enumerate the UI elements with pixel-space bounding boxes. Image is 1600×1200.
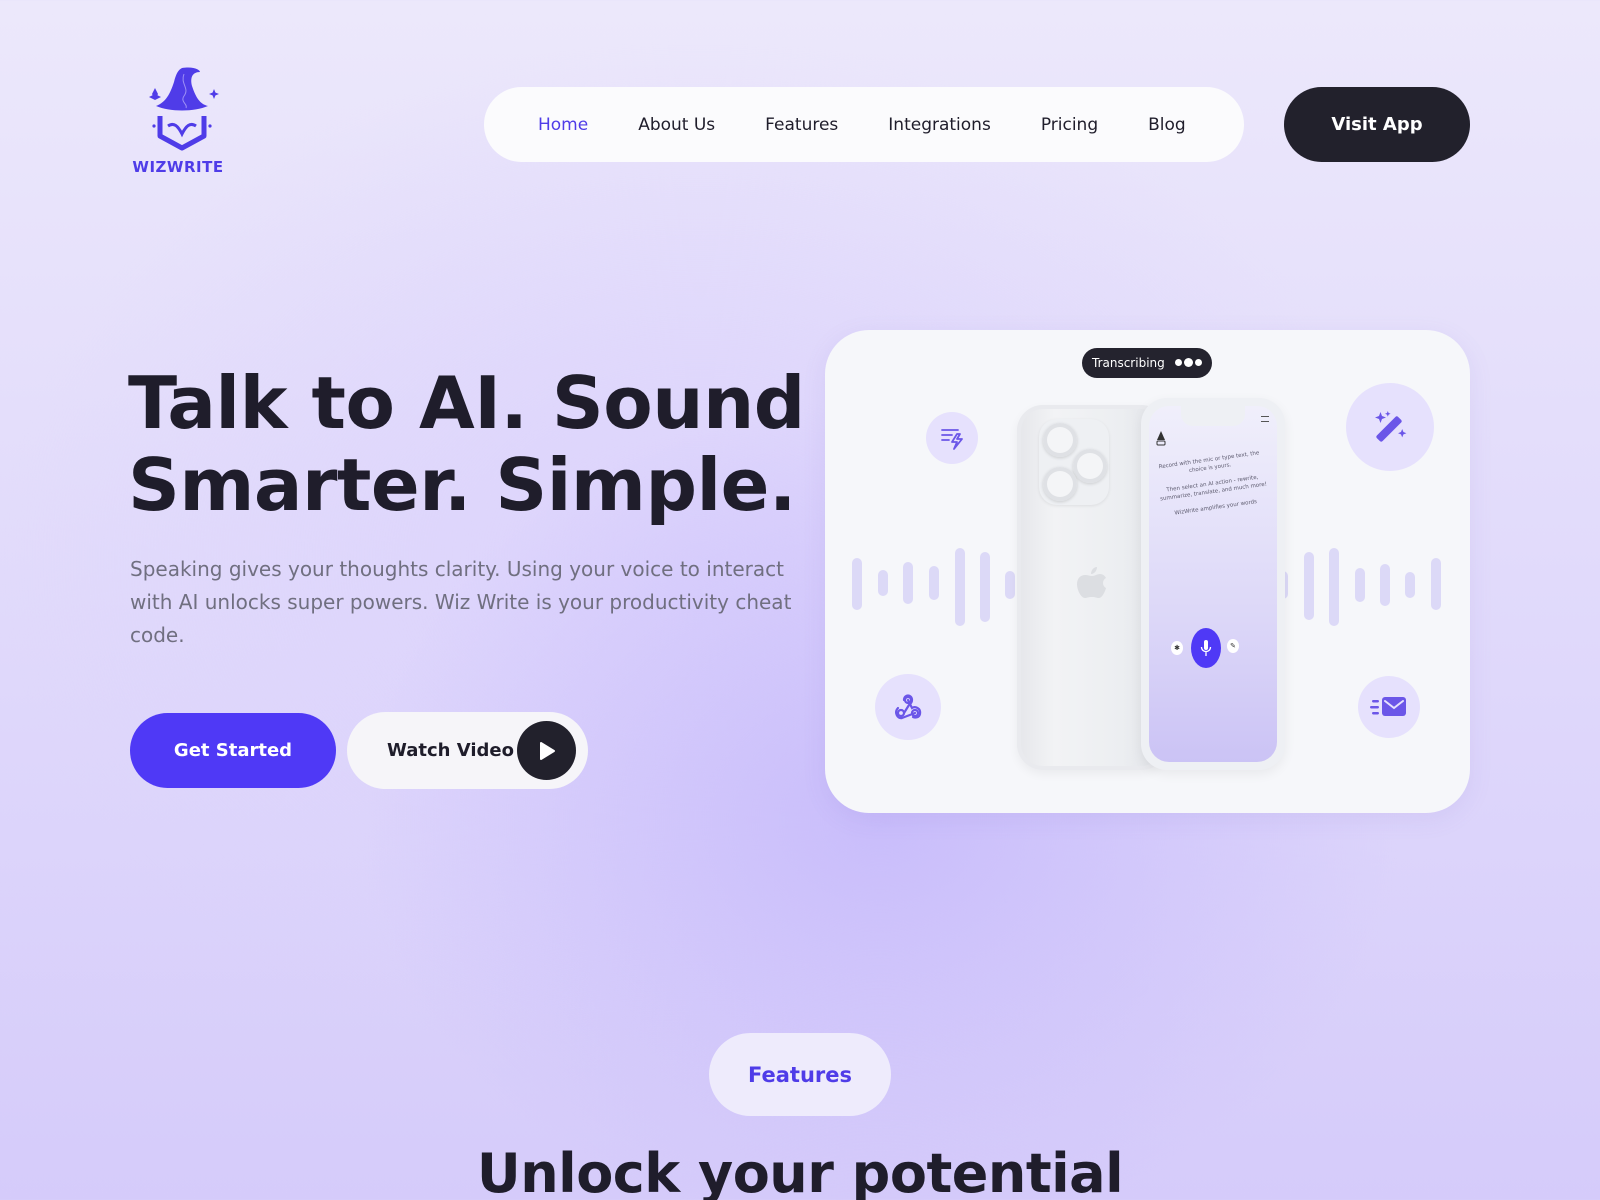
microphone-icon [1191, 628, 1221, 668]
wave-bar [1355, 568, 1365, 602]
phone-screen: Record with the mic or type text, the ch… [1149, 406, 1277, 762]
status-label: Transcribing [1092, 356, 1165, 370]
wave-bar [1405, 572, 1415, 598]
wave-bar [1431, 558, 1441, 610]
app-showcase-card: Transcribing Record with the mic or type… [825, 330, 1470, 813]
get-started-button[interactable]: Get Started [130, 713, 336, 788]
phone-front-image: Record with the mic or type text, the ch… [1141, 398, 1285, 770]
main-nav: Home About Us Features Integrations Pric… [484, 87, 1244, 162]
camera-module [1039, 419, 1109, 505]
wave-bar [1304, 552, 1314, 620]
visit-app-button[interactable]: Visit App [1284, 87, 1470, 162]
apple-logo-icon [1077, 567, 1106, 598]
wizard-small-icon [1156, 431, 1166, 446]
nav-integrations[interactable]: Integrations [888, 115, 991, 135]
wave-bar [903, 562, 913, 604]
brand-name: WIZWRITE [132, 158, 224, 176]
magic-wand-icon [1346, 383, 1434, 471]
nav-about-us[interactable]: About Us [638, 115, 715, 135]
nav-pricing[interactable]: Pricing [1041, 115, 1098, 135]
wave-bar [929, 566, 939, 600]
hero-title-line-2: Smarter. Simple. [128, 443, 796, 527]
wave-bar [980, 552, 990, 622]
wave-bar [878, 570, 888, 596]
wave-bar [852, 558, 862, 610]
settings-mini-icon: ✱ [1171, 641, 1183, 655]
wave-bar [1380, 564, 1390, 606]
features-badge: Features [709, 1033, 891, 1116]
wizard-hat-book-icon [149, 67, 219, 151]
wave-bar [1005, 571, 1015, 599]
wave-bar [1329, 548, 1339, 626]
fast-mail-icon [1358, 676, 1420, 738]
text-lightning-icon [926, 412, 978, 464]
nav-home[interactable]: Home [538, 115, 588, 135]
webhook-icon [875, 674, 941, 740]
loading-dots-icon [1174, 358, 1202, 367]
phone-screen-text: Record with the mic or type text, the ch… [1155, 449, 1271, 527]
menu-icon [1261, 416, 1269, 422]
brand-logo[interactable]: WIZWRITE [132, 64, 230, 184]
nav-features[interactable]: Features [765, 115, 838, 135]
watch-video-button[interactable]: Watch Video [347, 712, 588, 789]
features-heading: Unlock your potential [476, 1142, 1124, 1200]
wave-bar [955, 548, 965, 626]
nav-blog[interactable]: Blog [1148, 115, 1186, 135]
hero-title-line-1: Talk to AI. Sound [128, 361, 805, 445]
watch-video-label: Watch Video [387, 740, 514, 761]
transcribing-status-pill: Transcribing [1082, 348, 1212, 378]
hero-description: Speaking gives your thoughts clarity. Us… [130, 557, 792, 647]
hero-title: Talk to AI. Sound Smarter. Simple. [128, 362, 828, 526]
pencil-mini-icon: ✎ [1227, 639, 1239, 653]
play-icon [517, 721, 576, 780]
